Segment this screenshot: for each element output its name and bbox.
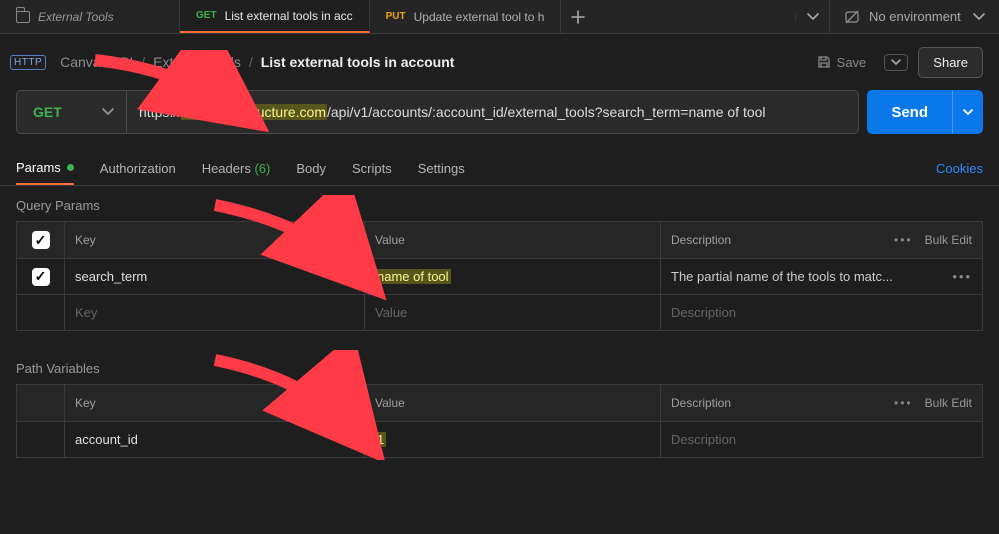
- tab-params[interactable]: Params: [16, 152, 74, 185]
- url-host: canvas.instructure.com: [181, 104, 327, 120]
- environment-select[interactable]: No environment: [829, 0, 999, 33]
- description-input[interactable]: Description: [661, 295, 982, 330]
- chevron-down-icon: [102, 108, 114, 116]
- tab-collection-label: External Tools: [38, 10, 114, 24]
- path-var-row: account_id 1 Description: [17, 421, 982, 457]
- method-value: GET: [33, 104, 62, 120]
- path-variables-table: Key Value Description ••• Bulk Edit acco…: [16, 384, 983, 458]
- query-params-title: Query Params: [0, 186, 999, 221]
- save-menu-button[interactable]: [884, 54, 908, 71]
- method-select[interactable]: GET: [16, 90, 126, 134]
- query-param-empty-row: Key Value Description: [17, 294, 982, 330]
- new-tab-button[interactable]: [561, 10, 595, 24]
- tab-title: Update external tool to h: [414, 10, 545, 24]
- key-input[interactable]: Key: [65, 295, 365, 330]
- http-badge: HTTP: [10, 55, 46, 70]
- tab-authorization[interactable]: Authorization: [100, 152, 176, 185]
- save-icon: [817, 55, 831, 69]
- tab-settings[interactable]: Settings: [418, 152, 465, 185]
- request-row: GET https://canvas.instructure.com/api/v…: [0, 90, 999, 134]
- checkbox-icon: ✓: [32, 231, 50, 249]
- checkbox-icon: ✓: [32, 268, 50, 286]
- col-key: Key: [65, 385, 365, 421]
- checkbox-all[interactable]: ✓: [17, 222, 65, 258]
- param-key[interactable]: search_term: [65, 259, 365, 294]
- url-scheme: https://: [139, 104, 181, 120]
- folder-icon: [16, 11, 30, 23]
- url-input[interactable]: https://canvas.instructure.com/api/v1/ac…: [126, 90, 859, 134]
- environment-label: No environment: [869, 9, 961, 24]
- subtabs: Params Authorization Headers (6) Body Sc…: [0, 152, 999, 186]
- chevron-down-icon: [973, 13, 985, 21]
- no-environment-icon: [844, 9, 859, 24]
- tabs-bar: External Tools GET List external tools i…: [0, 0, 999, 34]
- table-header-row: Key Value Description ••• Bulk Edit: [17, 385, 982, 421]
- row-more-icon[interactable]: •••: [952, 269, 972, 284]
- tab-title: List external tools in acc: [225, 9, 353, 23]
- tab-overflow-button[interactable]: [795, 13, 829, 21]
- send-label: Send: [891, 104, 928, 121]
- more-icon[interactable]: •••: [894, 396, 913, 410]
- breadcrumb: Canvas API / External Tools / List exter…: [60, 54, 454, 70]
- url-rest: /api/v1/accounts/:account_id/external_to…: [327, 104, 766, 120]
- breadcrumb-current: List external tools in account: [261, 54, 455, 70]
- bulk-edit-link[interactable]: Bulk Edit: [925, 233, 972, 247]
- tab-scripts[interactable]: Scripts: [352, 152, 392, 185]
- tab-collection[interactable]: External Tools: [0, 0, 180, 33]
- tab-request-1[interactable]: PUT Update external tool to h: [370, 0, 562, 33]
- topbar: HTTP Canvas API / External Tools / List …: [0, 34, 999, 90]
- path-variables-title: Path Variables: [0, 349, 999, 384]
- more-icon[interactable]: •••: [894, 233, 913, 247]
- pathvar-value[interactable]: 1: [365, 422, 661, 457]
- pathvar-key[interactable]: account_id: [65, 422, 365, 457]
- tab-body[interactable]: Body: [296, 152, 326, 185]
- tab-headers[interactable]: Headers (6): [202, 152, 271, 185]
- param-value[interactable]: name of tool: [365, 259, 661, 294]
- bulk-edit-link[interactable]: Bulk Edit: [925, 396, 972, 410]
- send-menu-button[interactable]: [952, 90, 983, 134]
- method-badge: PUT: [386, 11, 406, 22]
- col-description: Description ••• Bulk Edit: [661, 385, 982, 421]
- breadcrumb-root[interactable]: Canvas API: [60, 54, 133, 70]
- breadcrumb-mid[interactable]: External Tools: [153, 54, 241, 70]
- cookies-link[interactable]: Cookies: [936, 161, 983, 176]
- share-label: Share: [933, 55, 968, 70]
- param-description[interactable]: The partial name of the tools to matc...…: [661, 259, 982, 294]
- col-description: Description ••• Bulk Edit: [661, 222, 982, 258]
- value-input[interactable]: Value: [365, 295, 661, 330]
- col-key: Key: [65, 222, 365, 258]
- row-checkbox[interactable]: ✓: [17, 259, 65, 294]
- col-value: Value: [365, 385, 661, 421]
- save-button[interactable]: Save: [809, 49, 875, 76]
- method-badge: GET: [196, 10, 217, 21]
- share-button[interactable]: Share: [918, 47, 983, 78]
- send-button[interactable]: Send: [867, 90, 952, 134]
- table-header-row: ✓ Key Value Description ••• Bulk Edit: [17, 222, 982, 258]
- params-indicator-dot: [67, 164, 74, 171]
- query-param-row: ✓ search_term name of tool The partial n…: [17, 258, 982, 294]
- save-label: Save: [837, 55, 867, 70]
- col-value: Value: [365, 222, 661, 258]
- tab-request-0[interactable]: GET List external tools in acc: [180, 0, 370, 33]
- query-params-table: ✓ Key Value Description ••• Bulk Edit ✓ …: [16, 221, 983, 331]
- pathvar-description[interactable]: Description: [661, 422, 982, 457]
